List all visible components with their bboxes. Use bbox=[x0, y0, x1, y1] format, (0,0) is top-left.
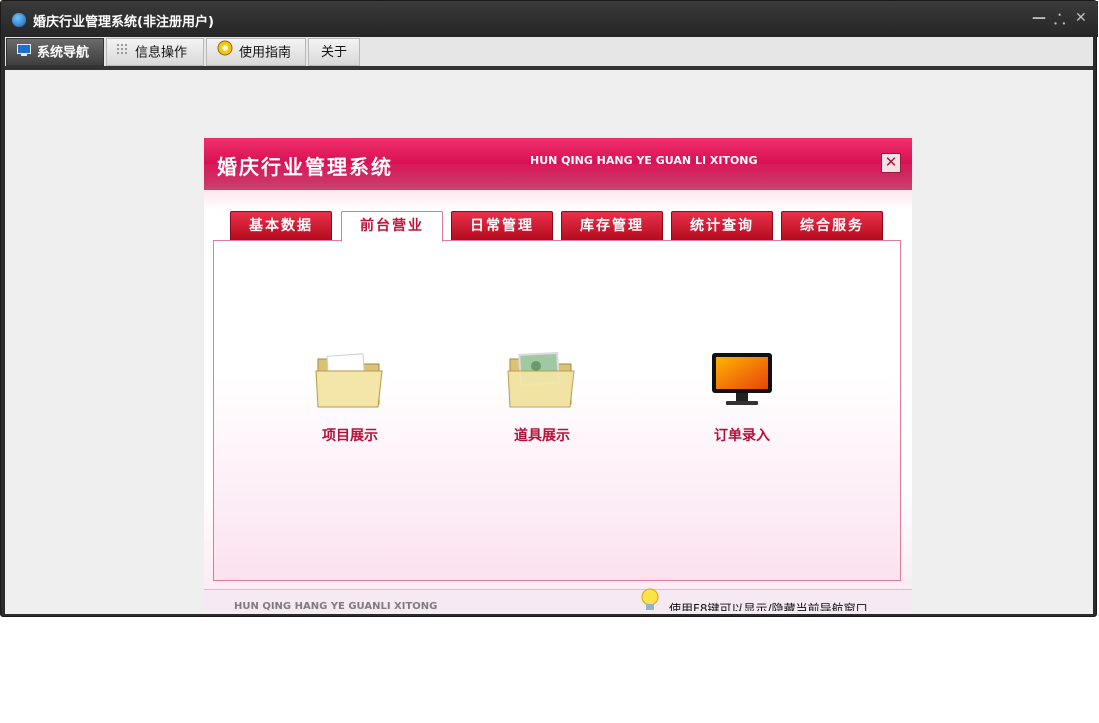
grid-icon bbox=[117, 39, 129, 67]
footer-hint: 使用F8键可以显示/隐藏当前导航窗口 bbox=[669, 602, 868, 611]
title-bar[interactable]: 婚庆行业管理系统(非注册用户) — ⸫ ✕ bbox=[1, 1, 1098, 37]
tab-about[interactable]: 关于 bbox=[308, 38, 360, 66]
panel-footer: HUN QING HANG YE GUANLI XITONG 使用F8键可以显示… bbox=[204, 588, 912, 611]
tab-label: 关于 bbox=[320, 45, 347, 60]
tab-basic-data[interactable]: 基本数据 bbox=[230, 211, 332, 241]
window-title: 婚庆行业管理系统(非注册用户) bbox=[33, 15, 214, 30]
tab-front-desk[interactable]: 前台营业 bbox=[341, 211, 443, 242]
navigation-panel: 婚庆行业管理系统 HUN QING HANG YE GUAN LI XITONG… bbox=[204, 138, 912, 611]
tab-user-guide[interactable]: 使用指南 bbox=[206, 38, 306, 66]
restore-icon[interactable]: ⸫ bbox=[1054, 10, 1065, 29]
tab-inventory[interactable]: 库存管理 bbox=[561, 211, 663, 241]
tab-label: 使用指南 bbox=[239, 45, 292, 61]
menu-bar: 系统导航 信息操作 使用指南 关于 bbox=[5, 37, 1093, 67]
tab-daily-management[interactable]: 日常管理 bbox=[451, 211, 553, 241]
image-folder-icon bbox=[506, 351, 578, 415]
close-icon[interactable]: ✕ bbox=[1075, 10, 1087, 26]
tab-statistics[interactable]: 统计查询 bbox=[671, 211, 773, 241]
order-entry-item[interactable]: 订单录入 bbox=[682, 351, 802, 445]
tab-content: 项目展示 道具展示 订单录入 bbox=[213, 240, 901, 581]
panel-close-button[interactable]: ✕ bbox=[881, 153, 901, 173]
item-label: 道具展示 bbox=[514, 428, 570, 444]
tab-label: 信息操作 bbox=[135, 45, 188, 61]
panel-header: 婚庆行业管理系统 HUN QING HANG YE GUAN LI XITONG… bbox=[204, 138, 912, 190]
panel-subtitle: HUN QING HANG YE GUAN LI XITONG bbox=[530, 154, 758, 167]
tab-info-operation[interactable]: 信息操作 bbox=[106, 38, 204, 66]
project-display-item[interactable]: 项目展示 bbox=[290, 351, 410, 445]
item-label: 项目展示 bbox=[322, 428, 378, 444]
help-icon bbox=[217, 39, 233, 67]
panel-body: 基本数据 前台营业 日常管理 库存管理 统计查询 综合服务 项目展示 道具展示 … bbox=[204, 190, 912, 611]
tab-system-navigation[interactable]: 系统导航 bbox=[6, 38, 104, 66]
minimize-icon[interactable]: — bbox=[1032, 10, 1046, 26]
monitor-icon bbox=[710, 353, 774, 415]
panel-title: 婚庆行业管理系统 bbox=[217, 155, 393, 179]
app-window: 婚庆行业管理系统(非注册用户) — ⸫ ✕ 系统导航 信息操作 使用指南 关于 … bbox=[0, 0, 1098, 617]
tab-services[interactable]: 综合服务 bbox=[781, 211, 883, 241]
folder-icon bbox=[314, 353, 386, 415]
monitor-icon bbox=[17, 39, 31, 67]
item-label: 订单录入 bbox=[714, 428, 770, 444]
app-logo-icon bbox=[12, 13, 26, 27]
props-display-item[interactable]: 道具展示 bbox=[482, 351, 602, 445]
footer-subtitle: HUN QING HANG YE GUANLI XITONG bbox=[234, 601, 438, 611]
tab-label: 系统导航 bbox=[37, 45, 90, 61]
lightbulb-icon bbox=[639, 588, 661, 611]
